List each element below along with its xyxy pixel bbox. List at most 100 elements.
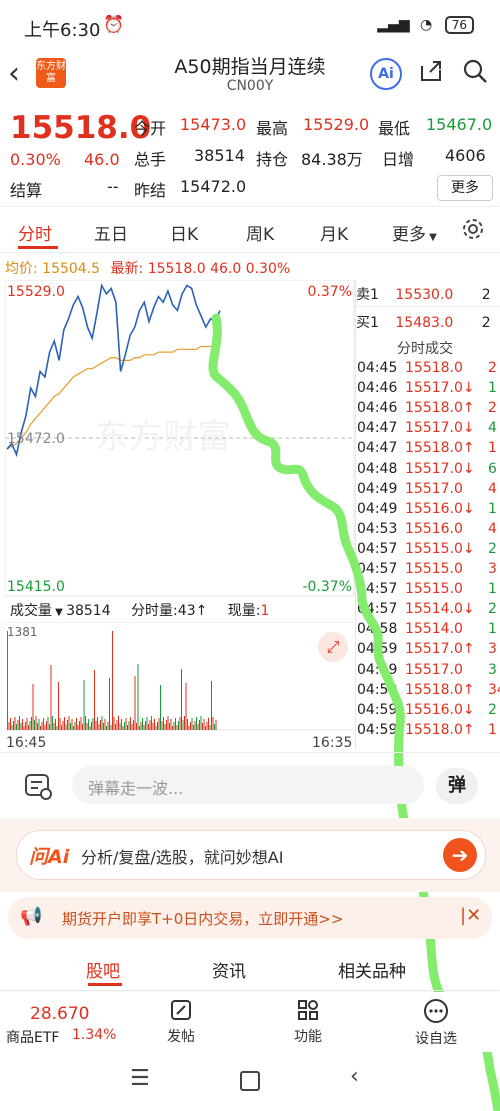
trade-price: 15517.0 bbox=[405, 480, 463, 497]
ask-1-qty: 2 bbox=[481, 287, 491, 303]
ai-assistant-button[interactable]: Ai bbox=[370, 58, 402, 90]
volume-bar bbox=[161, 721, 163, 730]
tab-guba[interactable]: 股吧 bbox=[86, 957, 120, 982]
volume-bar bbox=[121, 719, 122, 730]
close-icon[interactable]: |✕ bbox=[460, 905, 481, 926]
tab-related[interactable]: 相关品种 bbox=[338, 957, 406, 982]
active-tab-indicator bbox=[88, 983, 122, 986]
battery-icon: 76 bbox=[444, 16, 474, 34]
low-label: 最低 bbox=[378, 119, 411, 138]
megaphone-icon: 📢 bbox=[20, 906, 43, 927]
trade-qty: 4 bbox=[488, 520, 497, 537]
trade-qty: 1 bbox=[488, 721, 497, 738]
bid-1-qty: 2 bbox=[481, 315, 491, 331]
volume-bar bbox=[89, 726, 91, 730]
volume-bar bbox=[35, 716, 37, 730]
volume-bar bbox=[92, 718, 94, 730]
post-label: 发帖 bbox=[167, 1029, 195, 1045]
daily-inc-value: 4606 bbox=[445, 146, 486, 165]
trade-qty: 1 bbox=[488, 380, 497, 397]
last-price: 15518.0 bbox=[10, 110, 152, 146]
volume-bar bbox=[151, 716, 152, 730]
volume-bar bbox=[134, 676, 136, 730]
trade-row: 04:47 15518.0↑ 1 bbox=[357, 440, 497, 460]
ai-brand: 问Ai bbox=[29, 846, 70, 868]
status-time: 上午6:30 bbox=[24, 20, 101, 41]
trade-time: 04:48 bbox=[357, 460, 398, 477]
open-label: 今开 bbox=[134, 119, 167, 138]
volume-bar bbox=[71, 719, 73, 730]
volume-bar bbox=[155, 726, 157, 730]
danmu-input[interactable]: 弹幕走一波... bbox=[72, 766, 424, 804]
home-icon[interactable] bbox=[240, 1071, 260, 1091]
trade-qty: 2 bbox=[488, 701, 497, 718]
volume-bar bbox=[107, 722, 109, 730]
volume-bar bbox=[170, 719, 172, 730]
volume-bar bbox=[22, 719, 23, 730]
trade-row: 04:53 15516.0 4 bbox=[357, 520, 497, 541]
tab-more-label: 更多 bbox=[392, 225, 426, 245]
trade-time: 04:57 bbox=[357, 601, 398, 618]
arrow-right-icon[interactable]: ➔ bbox=[443, 838, 477, 872]
volume-bar bbox=[209, 725, 211, 730]
danmu-button[interactable]: 弹 bbox=[436, 768, 478, 804]
tab-five-day[interactable]: 五日 bbox=[94, 220, 128, 245]
danmu-toggle-icon[interactable] bbox=[22, 770, 56, 802]
bid-1-row: 买1 15483.0 2 bbox=[356, 312, 491, 332]
tick-volume-value: 43↑ bbox=[177, 603, 208, 619]
volume-bar bbox=[104, 719, 106, 730]
volume-bar bbox=[128, 721, 130, 730]
trade-qty: 2 bbox=[488, 360, 497, 376]
volume-bar bbox=[13, 721, 14, 730]
menu-icon[interactable]: ☰ bbox=[130, 1066, 150, 1091]
back-icon[interactable]: ‹ bbox=[8, 56, 20, 91]
post-button[interactable]: 发帖 bbox=[160, 998, 202, 1046]
expand-icon[interactable]: ⤢ bbox=[318, 632, 348, 662]
tab-weekly-k[interactable]: 周K bbox=[246, 220, 274, 245]
volume-bar bbox=[113, 717, 115, 730]
volume-bar bbox=[116, 720, 118, 730]
volume-bar bbox=[136, 723, 137, 730]
intraday-chart[interactable]: 东方财富 15529.0 15472.0 15415.0 0.37% -0.37… bbox=[5, 280, 355, 598]
volume-bar bbox=[193, 725, 194, 730]
trade-price: 15515.0↓ bbox=[405, 540, 475, 557]
tab-monthly-k[interactable]: 月K bbox=[320, 220, 348, 245]
function-button[interactable]: 功能 bbox=[287, 998, 329, 1046]
watchlist-button[interactable]: 设自选 bbox=[412, 998, 460, 1048]
search-icon[interactable] bbox=[460, 58, 490, 88]
settings-icon[interactable] bbox=[461, 217, 485, 245]
ask-1-price: 15530.0 bbox=[395, 287, 454, 303]
trade-qty: 6 bbox=[488, 460, 497, 477]
tab-more[interactable]: 更多 ▼ bbox=[392, 220, 437, 245]
tab-intraday[interactable]: 分时 bbox=[18, 220, 52, 245]
now-volume-label: 现量: bbox=[227, 603, 261, 619]
volume-bar bbox=[199, 720, 200, 730]
back-nav-icon[interactable]: ‹ bbox=[350, 1064, 359, 1089]
open-value: 15473.0 bbox=[180, 115, 247, 134]
volume-bar bbox=[173, 722, 175, 730]
divider bbox=[0, 990, 500, 991]
volume-bar bbox=[211, 681, 212, 730]
panel-divider bbox=[355, 280, 356, 750]
volume-bar bbox=[61, 725, 62, 730]
volume-bar bbox=[68, 716, 70, 730]
trade-price: 15514.0↓ bbox=[405, 601, 475, 618]
volume-bar bbox=[67, 720, 68, 730]
ai-question-bar[interactable]: 问Ai 分析/复盘/选股，就问妙想AI ➔ bbox=[16, 830, 486, 880]
volume-bar bbox=[64, 717, 65, 730]
tab-daily-k[interactable]: 日K bbox=[170, 220, 198, 245]
etf-price[interactable]: 28.670 bbox=[30, 1004, 89, 1024]
more-quote-button[interactable]: 更多 bbox=[437, 175, 493, 201]
bid-1-price: 15483.0 bbox=[395, 315, 454, 331]
etf-name[interactable]: 商品ETF bbox=[6, 1027, 59, 1047]
volume-bar bbox=[34, 720, 35, 730]
volume-bar bbox=[98, 724, 100, 730]
share-icon[interactable] bbox=[416, 58, 446, 88]
tab-news[interactable]: 资讯 bbox=[212, 957, 246, 982]
latest-label: 最新: bbox=[110, 261, 144, 277]
volume-bar bbox=[28, 725, 29, 730]
volume-bar bbox=[127, 725, 128, 730]
volume-bar bbox=[118, 716, 119, 730]
promo-banner[interactable]: 📢 期货开户即享T+0日内交易，立即开通>> |✕ bbox=[8, 897, 492, 939]
volume-panel-label[interactable]: 成交量 bbox=[10, 603, 52, 619]
